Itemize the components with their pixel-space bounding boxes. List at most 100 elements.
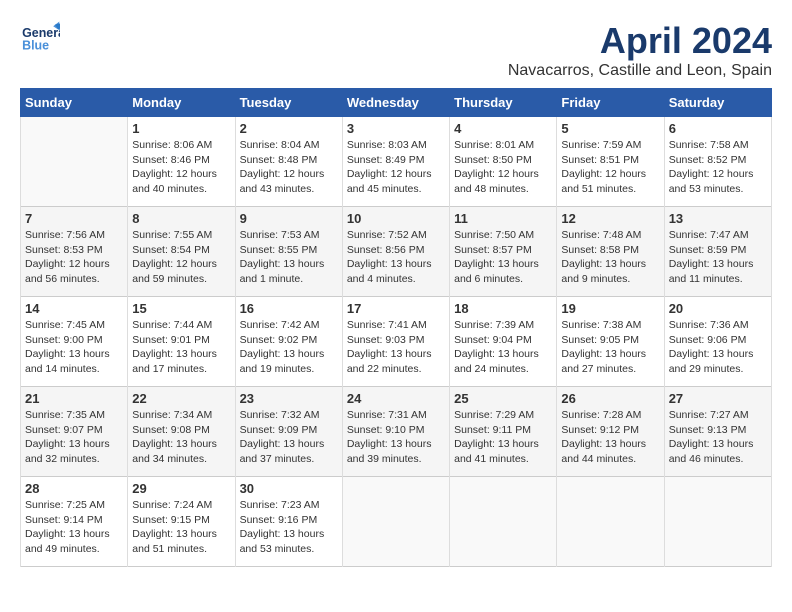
week-row-4: 21 Sunrise: 7:35 AMSunset: 9:07 PMDayligh…: [21, 387, 772, 477]
col-thursday: Thursday: [450, 89, 557, 117]
cell-content: Sunrise: 7:36 AMSunset: 9:06 PMDaylight:…: [669, 318, 767, 377]
cell-content: Sunrise: 7:47 AMSunset: 8:59 PMDaylight:…: [669, 228, 767, 287]
page-subtitle: Navacarros, Castille and Leon, Spain: [508, 62, 772, 80]
cell-content: Sunrise: 7:56 AMSunset: 8:53 PMDaylight:…: [25, 228, 123, 287]
cell-content: Sunrise: 7:28 AMSunset: 9:12 PMDaylight:…: [561, 408, 659, 467]
cell-content: Sunrise: 7:39 AMSunset: 9:04 PMDaylight:…: [454, 318, 552, 377]
day-number: 9: [240, 211, 338, 226]
cell-content: Sunrise: 7:32 AMSunset: 9:09 PMDaylight:…: [240, 408, 338, 467]
calendar-cell: 12 Sunrise: 7:48 AMSunset: 8:58 PMDayligh…: [557, 207, 664, 297]
page-title: April 2024: [508, 20, 772, 62]
day-number: 23: [240, 391, 338, 406]
calendar-cell: 8Sunrise: 7:55 AMSunset: 8:54 PMDaylight…: [128, 207, 235, 297]
calendar-cell: 22 Sunrise: 7:34 AMSunset: 9:08 PMDayligh…: [128, 387, 235, 477]
svg-text:Blue: Blue: [22, 39, 49, 53]
calendar-cell: 16 Sunrise: 7:42 AMSunset: 9:02 PMDayligh…: [235, 297, 342, 387]
day-number: 27: [669, 391, 767, 406]
calendar-cell: 24 Sunrise: 7:31 AMSunset: 9:10 PMDayligh…: [342, 387, 449, 477]
calendar-cell: 6 Sunrise: 7:58 AMSunset: 8:52 PMDaylight…: [664, 117, 771, 207]
cell-content: Sunrise: 7:48 AMSunset: 8:58 PMDaylight:…: [561, 228, 659, 287]
cell-content: Sunrise: 7:31 AMSunset: 9:10 PMDaylight:…: [347, 408, 445, 467]
calendar-cell: 20Sunrise: 7:36 AMSunset: 9:06 PMDayligh…: [664, 297, 771, 387]
calendar-cell: 2 Sunrise: 8:04 AMSunset: 8:48 PMDaylight…: [235, 117, 342, 207]
calendar-cell: 9Sunrise: 7:53 AMSunset: 8:55 PMDaylight…: [235, 207, 342, 297]
calendar-cell: 25 Sunrise: 7:29 AMSunset: 9:11 PMDayligh…: [450, 387, 557, 477]
cell-content: Sunrise: 8:01 AMSunset: 8:50 PMDaylight:…: [454, 138, 552, 197]
calendar-cell: 27 Sunrise: 7:27 AMSunset: 9:13 PMDayligh…: [664, 387, 771, 477]
day-number: 24: [347, 391, 445, 406]
day-number: 16: [240, 301, 338, 316]
cell-content: Sunrise: 7:42 AMSunset: 9:02 PMDaylight:…: [240, 318, 338, 377]
col-friday: Friday: [557, 89, 664, 117]
week-row-5: 28 Sunrise: 7:25 AMSunset: 9:14 PMDayligh…: [21, 477, 772, 567]
cell-content: Sunrise: 7:38 AMSunset: 9:05 PMDaylight:…: [561, 318, 659, 377]
col-monday: Monday: [128, 89, 235, 117]
cell-content: Sunrise: 7:27 AMSunset: 9:13 PMDaylight:…: [669, 408, 767, 467]
col-saturday: Saturday: [664, 89, 771, 117]
col-wednesday: Wednesday: [342, 89, 449, 117]
calendar-cell: 11 Sunrise: 7:50 AMSunset: 8:57 PMDayligh…: [450, 207, 557, 297]
calendar-table: Sunday Monday Tuesday Wednesday Thursday…: [20, 88, 772, 567]
calendar-cell: 13Sunrise: 7:47 AMSunset: 8:59 PMDayligh…: [664, 207, 771, 297]
calendar-cell: 26 Sunrise: 7:28 AMSunset: 9:12 PMDayligh…: [557, 387, 664, 477]
calendar-cell: 5Sunrise: 7:59 AMSunset: 8:51 PMDaylight…: [557, 117, 664, 207]
cell-content: Sunrise: 8:04 AMSunset: 8:48 PMDaylight:…: [240, 138, 338, 197]
calendar-cell: 21 Sunrise: 7:35 AMSunset: 9:07 PMDayligh…: [21, 387, 128, 477]
cell-content: Sunrise: 7:29 AMSunset: 9:11 PMDaylight:…: [454, 408, 552, 467]
calendar-cell: 10Sunrise: 7:52 AMSunset: 8:56 PMDayligh…: [342, 207, 449, 297]
col-tuesday: Tuesday: [235, 89, 342, 117]
calendar-cell: [450, 477, 557, 567]
cell-content: Sunrise: 7:50 AMSunset: 8:57 PMDaylight:…: [454, 228, 552, 287]
day-number: 22: [132, 391, 230, 406]
calendar-cell: 7 Sunrise: 7:56 AMSunset: 8:53 PMDaylight…: [21, 207, 128, 297]
calendar-cell: 28 Sunrise: 7:25 AMSunset: 9:14 PMDayligh…: [21, 477, 128, 567]
cell-content: Sunrise: 7:25 AMSunset: 9:14 PMDaylight:…: [25, 498, 123, 557]
day-number: 28: [25, 481, 123, 496]
calendar-cell: [664, 477, 771, 567]
day-number: 17: [347, 301, 445, 316]
calendar-cell: [557, 477, 664, 567]
logo-icon: General Blue: [20, 20, 60, 55]
day-number: 3: [347, 121, 445, 136]
calendar-cell: [21, 117, 128, 207]
cell-content: Sunrise: 7:23 AMSunset: 9:16 PMDaylight:…: [240, 498, 338, 557]
day-number: 29: [132, 481, 230, 496]
day-number: 15: [132, 301, 230, 316]
day-number: 19: [561, 301, 659, 316]
cell-content: Sunrise: 7:34 AMSunset: 9:08 PMDaylight:…: [132, 408, 230, 467]
day-number: 14: [25, 301, 123, 316]
cell-content: Sunrise: 7:59 AMSunset: 8:51 PMDaylight:…: [561, 138, 659, 197]
day-number: 10: [347, 211, 445, 226]
day-number: 7: [25, 211, 123, 226]
day-number: 21: [25, 391, 123, 406]
cell-content: Sunrise: 7:45 AMSunset: 9:00 PMDaylight:…: [25, 318, 123, 377]
week-row-2: 7 Sunrise: 7:56 AMSunset: 8:53 PMDaylight…: [21, 207, 772, 297]
title-block: April 2024 Navacarros, Castille and Leon…: [508, 20, 772, 80]
day-number: 25: [454, 391, 552, 406]
cell-content: Sunrise: 8:06 AMSunset: 8:46 PMDaylight:…: [132, 138, 230, 197]
day-number: 2: [240, 121, 338, 136]
day-number: 6: [669, 121, 767, 136]
day-number: 11: [454, 211, 552, 226]
cell-content: Sunrise: 7:44 AMSunset: 9:01 PMDaylight:…: [132, 318, 230, 377]
day-number: 12: [561, 211, 659, 226]
calendar-cell: 1Sunrise: 8:06 AMSunset: 8:46 PMDaylight…: [128, 117, 235, 207]
header-row: Sunday Monday Tuesday Wednesday Thursday…: [21, 89, 772, 117]
week-row-3: 14 Sunrise: 7:45 AMSunset: 9:00 PMDayligh…: [21, 297, 772, 387]
page-header: General Blue April 2024 Navacarros, Cast…: [20, 20, 772, 80]
day-number: 8: [132, 211, 230, 226]
calendar-cell: 17 Sunrise: 7:41 AMSunset: 9:03 PMDayligh…: [342, 297, 449, 387]
col-sunday: Sunday: [21, 89, 128, 117]
calendar-cell: 30Sunrise: 7:23 AMSunset: 9:16 PMDayligh…: [235, 477, 342, 567]
cell-content: Sunrise: 7:41 AMSunset: 9:03 PMDaylight:…: [347, 318, 445, 377]
cell-content: Sunrise: 7:35 AMSunset: 9:07 PMDaylight:…: [25, 408, 123, 467]
calendar-cell: 15 Sunrise: 7:44 AMSunset: 9:01 PMDayligh…: [128, 297, 235, 387]
calendar-cell: 4 Sunrise: 8:01 AMSunset: 8:50 PMDaylight…: [450, 117, 557, 207]
cell-content: Sunrise: 7:24 AMSunset: 9:15 PMDaylight:…: [132, 498, 230, 557]
cell-content: Sunrise: 8:03 AMSunset: 8:49 PMDaylight:…: [347, 138, 445, 197]
cell-content: Sunrise: 7:58 AMSunset: 8:52 PMDaylight:…: [669, 138, 767, 197]
calendar-cell: 29 Sunrise: 7:24 AMSunset: 9:15 PMDayligh…: [128, 477, 235, 567]
calendar-cell: 14 Sunrise: 7:45 AMSunset: 9:00 PMDayligh…: [21, 297, 128, 387]
day-number: 4: [454, 121, 552, 136]
day-number: 26: [561, 391, 659, 406]
